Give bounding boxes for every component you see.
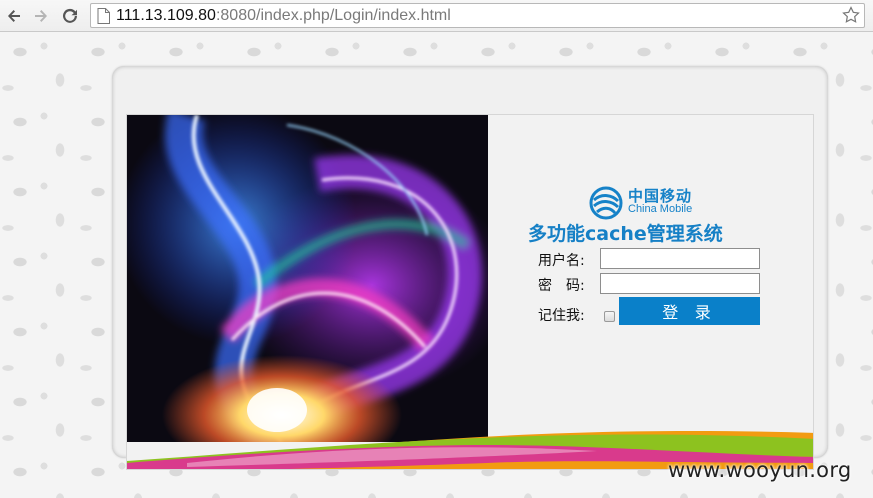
- reload-icon: [63, 8, 77, 23]
- china-mobile-logo-icon: [589, 186, 623, 220]
- system-title: 多功能cache管理系统: [528, 223, 723, 245]
- url-text: 111.13.109.80:8080/index.php/Login/index…: [116, 7, 451, 24]
- url-host: 111.13.109.80: [116, 7, 216, 24]
- address-bar[interactable]: 111.13.109.80:8080/index.php/Login/index…: [90, 3, 865, 28]
- password-label: 密 码:: [538, 278, 585, 294]
- login-panel: 中国移动 China Mobile 多功能cache管理系统 用户名: 密 码:…: [488, 115, 813, 469]
- page-icon: [97, 8, 110, 24]
- username-label: 用户名:: [538, 253, 585, 269]
- watermark-text: www.wooyun.org: [668, 458, 852, 482]
- remember-label: 记住我:: [538, 308, 585, 324]
- username-input[interactable]: [600, 248, 760, 269]
- brand-name-en: China Mobile: [628, 203, 693, 215]
- remember-checkbox[interactable]: [604, 311, 615, 322]
- back-button[interactable]: [3, 5, 25, 27]
- decorative-light-art: [127, 115, 488, 442]
- password-input[interactable]: [600, 273, 760, 294]
- forward-icon: [35, 10, 47, 22]
- url-path: :8080/index.php/Login/index.html: [215, 7, 451, 24]
- browser-toolbar: 111.13.109.80:8080/index.php/Login/index…: [0, 0, 873, 32]
- back-icon: [8, 10, 20, 22]
- login-card: 中国移动 China Mobile 多功能cache管理系统 用户名: 密 码:…: [126, 114, 814, 470]
- login-button[interactable]: 登 录: [619, 297, 760, 325]
- bookmark-star-icon[interactable]: [842, 6, 860, 24]
- reload-button[interactable]: [59, 5, 81, 27]
- forward-button[interactable]: [30, 5, 52, 27]
- china-mobile-logo: 中国移动 China Mobile: [588, 185, 728, 221]
